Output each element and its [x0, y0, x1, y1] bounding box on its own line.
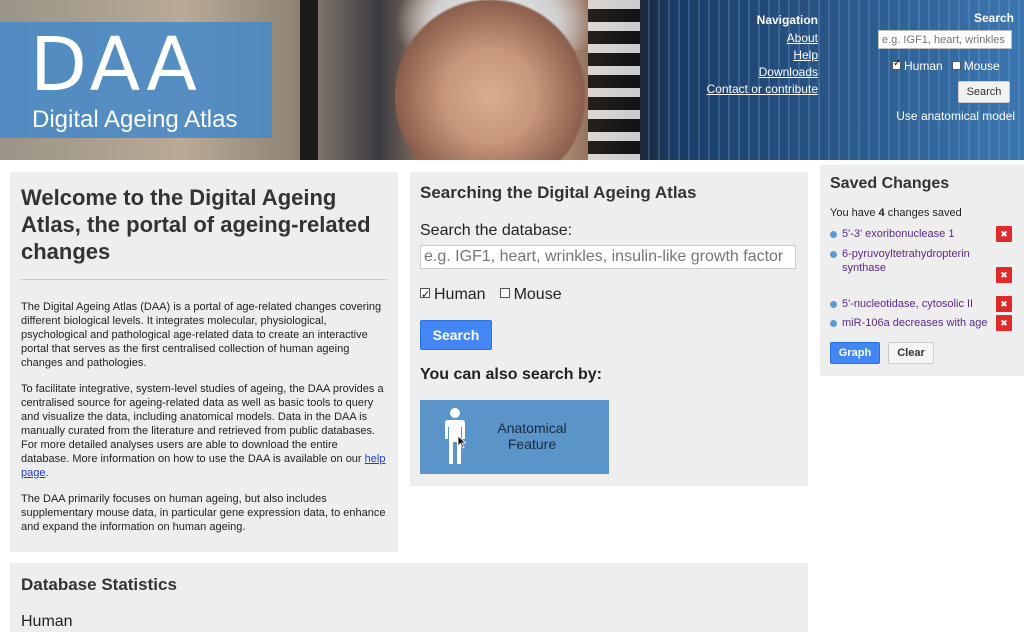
logo-subtitle: Digital Ageing Atlas	[32, 106, 238, 133]
x-icon[interactable]: ✖	[996, 267, 1012, 283]
header-mouse-label: Mouse	[963, 59, 1000, 73]
navigation-title: Navigation	[756, 13, 818, 27]
saved-count-suffix: changes saved	[887, 207, 962, 219]
header-mouse-checkbox[interactable]	[951, 61, 961, 71]
database-statistics-panel: Database Statistics Human	[10, 563, 808, 632]
welcome-paragraph-3: The DAA primarily focuses on human agein…	[21, 493, 386, 533]
statistics-title: Database Statistics	[21, 575, 177, 594]
search-database-button[interactable]: Search	[420, 320, 492, 350]
anatomical-feature-line-2: Feature	[507, 436, 557, 452]
bullet-icon	[830, 320, 837, 327]
header-search-title: Search	[973, 11, 1014, 25]
anatomical-feature-tile[interactable]: Anatomical Feature	[420, 400, 609, 474]
welcome-paragraph-2-end: .	[45, 467, 49, 479]
header-photo-stripes	[588, 0, 640, 160]
logo-mark: DAA	[30, 22, 201, 108]
anatomical-feature-label: Anatomical Feature	[482, 420, 582, 452]
header-search-input[interactable]	[878, 30, 1012, 49]
header-photo-strip	[300, 0, 318, 160]
statistics-human-heading: Human	[21, 613, 73, 630]
header-photo-face	[395, 0, 585, 160]
search-database-input[interactable]	[420, 245, 796, 269]
welcome-divider	[21, 279, 387, 280]
saved-item-link[interactable]: 5'-3' exoribonuclease 1	[842, 228, 954, 240]
human-label: Human	[434, 286, 486, 303]
bullet-icon	[830, 301, 837, 308]
nav-link-downloads[interactable]: Downloads	[700, 64, 818, 81]
also-search-label: You can also search by:	[420, 366, 602, 383]
anatomical-feature-line-1: Anatomical	[497, 420, 567, 436]
search-panel: Searching the Digital Ageing Atlas Searc…	[410, 172, 808, 486]
clear-button[interactable]: Clear	[888, 342, 934, 364]
mouse-label: Mouse	[513, 286, 562, 303]
search-panel-title: Searching the Digital Ageing Atlas	[420, 183, 697, 202]
site-logo[interactable]: DAA Digital Ageing Atlas	[0, 22, 272, 138]
saved-item-link[interactable]: 5'-nucleotidase, cytosolic II	[842, 298, 973, 310]
saved-item: 6-pyruvoyltetrahydropterin synthase ✖	[830, 247, 1014, 283]
welcome-paragraph-1: The Digital Ageing Atlas (DAA) is a port…	[21, 301, 382, 369]
saved-changes-list: 5'-3' exoribonuclease 1 ✖ 6-pyruvoyltetra…	[830, 226, 1014, 331]
saved-item-link[interactable]: miR-106a decreases with age	[842, 317, 988, 329]
saved-actions: Graph Clear	[830, 342, 1014, 364]
nav-link-contact[interactable]: Contact or contribute	[700, 81, 818, 98]
anatomical-model-link[interactable]: Use anatomical model	[870, 109, 1015, 123]
saved-changes-title: Saved Changes	[830, 175, 950, 192]
graph-button[interactable]: Graph	[830, 342, 880, 364]
saved-count-value: 4	[878, 207, 885, 219]
nav-link-help[interactable]: Help	[700, 47, 818, 64]
species-options: Human Mouse	[420, 285, 798, 305]
mouse-checkbox[interactable]	[499, 287, 510, 298]
bullet-icon	[830, 231, 837, 238]
bullet-icon	[830, 251, 837, 258]
saved-count-text: You have 4 changes saved	[830, 207, 1014, 219]
navigation: Navigation About Help Downloads Contact …	[700, 12, 818, 98]
human-figure-icon	[440, 406, 470, 473]
x-icon[interactable]: ✖	[996, 226, 1012, 242]
saved-item: 5'-nucleotidase, cytosolic II ✖	[830, 296, 1014, 312]
header-human-checkbox[interactable]	[892, 58, 901, 71]
welcome-panel: Welcome to the Digital Ageing Atlas, the…	[10, 172, 398, 552]
saved-item: miR-106a decreases with age ✖	[830, 315, 1014, 331]
header-human-label: Human	[904, 59, 943, 73]
x-icon[interactable]: ✖	[996, 296, 1012, 312]
header-species-options: Human Mouse	[892, 58, 1014, 73]
x-icon[interactable]: ✖	[996, 315, 1012, 331]
welcome-title: Welcome to the Digital Ageing Atlas, the…	[21, 185, 371, 264]
welcome-paragraph-2: To facilitate integrative, system-level …	[21, 382, 387, 480]
header-search: Search Human Mouse Search Use anatomical …	[870, 10, 1015, 123]
saved-item-link[interactable]: 6-pyruvoyltetrahydropterin synthase	[842, 248, 970, 274]
header-search-button[interactable]: Search	[958, 81, 1010, 103]
human-checkbox[interactable]	[420, 285, 430, 305]
saved-item: 5'-3' exoribonuclease 1 ✖	[830, 226, 1014, 242]
site-header: DAA Digital Ageing Atlas Navigation Abou…	[0, 0, 1024, 160]
saved-changes-panel: Saved Changes You have 4 changes saved 5…	[820, 165, 1024, 376]
search-database-label: Search the database:	[420, 222, 573, 239]
nav-link-about[interactable]: About	[700, 30, 818, 47]
saved-count-prefix: You have	[830, 207, 876, 219]
welcome-paragraph-2-text: To facilitate integrative, system-level …	[21, 383, 384, 465]
